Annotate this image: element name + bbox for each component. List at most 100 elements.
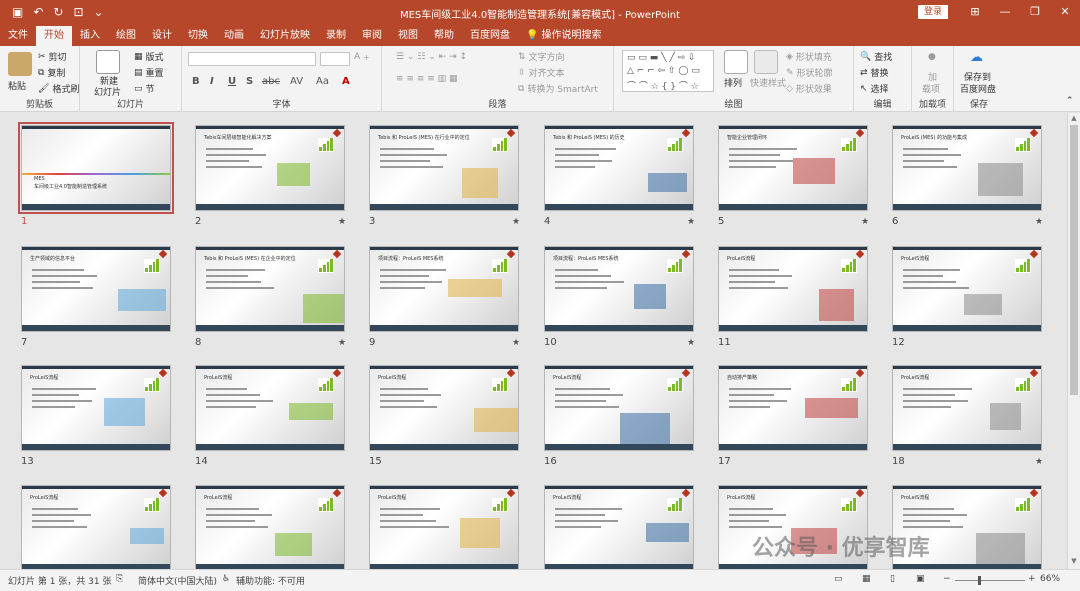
slide-thumbnail[interactable]: ProLeiS流程 [544, 485, 694, 569]
from-beginning-icon[interactable]: ⊡ [73, 6, 83, 18]
tab-animations[interactable]: 动画 [216, 26, 252, 46]
slide-thumbnail[interactable]: ProLeiS流程 [718, 246, 868, 332]
animation-star-icon[interactable]: ★ [861, 217, 869, 227]
bullets-icon[interactable]: ☰ ⌄ ☷ ⌄ ⇤ ⇥ ↕ [396, 52, 467, 62]
normal-view-icon[interactable]: ▭ [834, 574, 843, 584]
slide-thumbnail[interactable]: 项目流程：ProLeiS MES系统 [544, 246, 694, 332]
shape-effects-button[interactable]: ◇ 形状效果 [786, 82, 832, 96]
scroll-down-icon[interactable]: ▼ [1070, 557, 1078, 565]
grow-font-icon[interactable]: A + [354, 52, 369, 62]
slide-thumbnail[interactable]: Tebis车间层级智能化解决方案 [195, 125, 345, 211]
slide-sorter-view-icon[interactable]: ▦ [862, 574, 871, 584]
shapes-gallery[interactable]: ▭ ▭ ▬ ╲ ╱ ⇨ ⇩ △ ⌐ ⌐ ⇦ ⇧ ◯ ▭ ⌒ ⌒ ☆ { } ⌒ … [622, 50, 714, 92]
addins-label-2[interactable]: 载项 [922, 82, 940, 95]
slide-thumbnail[interactable]: ProLeiS (MES) 的功能与集成 [892, 125, 1042, 211]
slide-thumbnail[interactable]: ProLeiS流程 [892, 246, 1042, 332]
scroll-thumb[interactable] [1070, 125, 1078, 395]
shape-outline-button[interactable]: ✎ 形状轮廓 [786, 66, 833, 80]
slide-thumbnail[interactable]: ProLeiS流程 [195, 365, 345, 451]
ribbon-display-icon[interactable]: ⊞ [960, 0, 990, 24]
quick-styles-button[interactable]: 快速样式 [750, 76, 786, 89]
tab-review[interactable]: 审阅 [354, 26, 390, 46]
align-text-button[interactable]: ⇳ 对齐文本 [518, 66, 565, 80]
section-button[interactable]: ▭ 节 [134, 82, 155, 96]
minimize-icon[interactable]: — [990, 0, 1020, 24]
layout-button[interactable]: ▦ 版式 [134, 50, 164, 64]
undo-icon[interactable]: ↶ [33, 6, 43, 18]
change-case-button[interactable]: Aa [316, 76, 329, 87]
animation-star-icon[interactable]: ★ [1035, 217, 1043, 227]
slide-thumbnail[interactable]: 智能企业管理闭环 [718, 125, 868, 211]
zoom-level[interactable]: 66% [1040, 574, 1060, 584]
font-size-combo[interactable] [320, 52, 350, 66]
select-button[interactable]: ↖ 选择 [860, 82, 889, 96]
char-spacing-button[interactable]: AV [290, 76, 303, 87]
animation-star-icon[interactable]: ★ [338, 338, 346, 348]
copy-button[interactable]: ⧉ 复制 [38, 66, 65, 80]
arrange-button[interactable]: 排列 [724, 76, 742, 89]
slide-thumbnail[interactable]: Tebis 和 ProLeiS (MES) 在企业中的定位 [195, 246, 345, 332]
slide-thumbnail[interactable]: 生产领域的信息平台 [21, 246, 171, 332]
tab-design[interactable]: 设计 [144, 26, 180, 46]
strikethrough-button[interactable]: abc [262, 76, 280, 87]
addins-icon[interactable]: ● [928, 52, 936, 62]
zoom-in-icon[interactable]: + [1028, 574, 1036, 584]
slide-thumbnail[interactable]: 自动排产策略 [718, 365, 868, 451]
accessibility-status[interactable]: 辅助功能: 不可用 [236, 574, 305, 587]
tab-draw[interactable]: 绘图 [108, 26, 144, 46]
tab-help[interactable]: 帮助 [426, 26, 462, 46]
tab-transitions[interactable]: 切换 [180, 26, 216, 46]
reset-button[interactable]: ▤ 重置 [134, 66, 164, 80]
tab-home[interactable]: 开始 [36, 26, 72, 46]
slide-thumbnail[interactable]: ProLeiS流程 [369, 485, 519, 569]
tab-baidu-netdisk[interactable]: 百度网盘 [462, 26, 518, 46]
slide-thumbnail[interactable]: 项目流程：ProLeiS MES系统 [369, 246, 519, 332]
slide-thumbnail[interactable]: Tebis 和 ProLeiS (MES) 的历史 [544, 125, 694, 211]
cut-button[interactable]: ✂ 剪切 [38, 50, 67, 64]
slide-thumbnail[interactable]: ProLeiS流程 [21, 485, 171, 569]
tab-tell-me[interactable]: 💡 操作说明搜索 [518, 26, 609, 46]
animation-star-icon[interactable]: ★ [512, 338, 520, 348]
spelling-icon[interactable]: ⎘ [116, 574, 123, 584]
underline-button[interactable]: U [228, 76, 236, 87]
slide-thumbnail[interactable]: ProLeiS流程 [544, 365, 694, 451]
animation-star-icon[interactable]: ★ [512, 217, 520, 227]
zoom-out-icon[interactable]: − [943, 574, 951, 584]
slide-thumbnail[interactable]: Tebis 和 ProLeiS (MES) 在行业中的定位 [369, 125, 519, 211]
collapse-ribbon-icon[interactable]: ⌃ [1066, 96, 1074, 106]
reading-view-icon[interactable]: ▯ [890, 574, 895, 584]
customize-qat-icon[interactable]: ⌄ [94, 6, 104, 18]
redo-icon[interactable]: ↻ [53, 6, 63, 18]
zoom-slider-handle[interactable] [978, 576, 981, 585]
tab-insert[interactable]: 插入 [72, 26, 108, 46]
accessibility-icon[interactable]: ♿ [222, 574, 230, 584]
animation-star-icon[interactable]: ★ [687, 217, 695, 227]
slideshow-view-icon[interactable]: ▣ [916, 574, 925, 584]
animation-star-icon[interactable]: ★ [1035, 457, 1043, 467]
close-icon[interactable]: ✕ [1050, 0, 1080, 24]
align-icons[interactable]: ≡ ≡ ≡ ≡ ▥ ▦ [396, 74, 457, 84]
scroll-up-icon[interactable]: ▲ [1070, 114, 1078, 122]
font-name-combo[interactable] [188, 52, 316, 66]
login-button[interactable]: 登录 [918, 5, 948, 19]
tab-view[interactable]: 视图 [390, 26, 426, 46]
font-color-button[interactable]: A [342, 76, 350, 87]
slide-thumbnail[interactable]: MES 车间级工业4.0智能制造管理系统 [18, 122, 174, 214]
smartart-button[interactable]: ⧉ 转换为 SmartArt [518, 82, 598, 96]
tab-file[interactable]: 文件 [0, 26, 36, 46]
quick-styles-icon[interactable] [754, 50, 778, 74]
vertical-scrollbar[interactable]: ▲ ▼ [1067, 113, 1080, 569]
bold-button[interactable]: B [192, 76, 200, 87]
find-button[interactable]: 🔍 查找 [860, 50, 892, 64]
save-icon[interactable]: ▣ [12, 6, 23, 18]
tab-slideshow[interactable]: 幻灯片放映 [252, 26, 318, 46]
save-to-label-2[interactable]: 百度网盘 [960, 82, 996, 95]
slide-thumbnail[interactable]: ProLeiS流程 [195, 485, 345, 569]
zoom-slider[interactable] [955, 580, 1025, 581]
language-indicator[interactable]: 简体中文(中国大陆) [138, 574, 217, 587]
paste-icon[interactable] [8, 52, 32, 76]
slide-thumbnail[interactable]: ProLeiS流程 [369, 365, 519, 451]
shape-fill-button[interactable]: ◈ 形状填充 [786, 50, 832, 64]
baidu-cloud-icon[interactable]: ☁ [970, 50, 983, 65]
paste-button[interactable]: 粘贴 [8, 79, 26, 92]
